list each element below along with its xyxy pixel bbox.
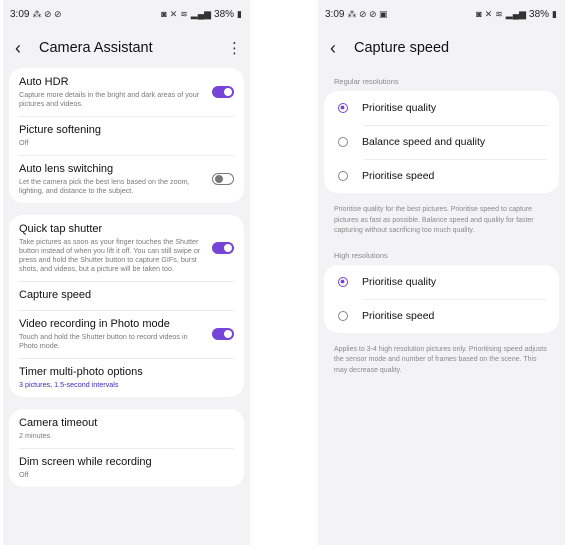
setting-texts: Quick tap shutter Take pictures as soon a…	[19, 223, 204, 273]
page-title: Camera Assistant	[39, 40, 153, 56]
setting-subtitle: Off	[19, 470, 29, 479]
setting-texts: Timer multi-photo options 3 pictures, 1.5…	[19, 366, 234, 389]
video-recording-in-photo-mode-toggle[interactable]	[212, 328, 234, 340]
toggle-knob	[215, 175, 223, 183]
battery-icon: ▮	[237, 8, 242, 19]
signal-icon: ▂▄▆	[505, 8, 527, 19]
app-bar: ‹ Capture speed	[318, 28, 565, 68]
setting-dim-screen-while-recording[interactable]: Dim screen while recording Off	[9, 448, 244, 487]
setting-title: Capture speed	[19, 289, 92, 301]
mute-icon: ✕	[169, 8, 178, 19]
notification-icons: ⁂ ⊘ ⊘ ▣	[347, 8, 388, 19]
setting-texts: Picture softening Off	[19, 124, 234, 147]
mute-icon: ✕	[484, 8, 493, 19]
regular-resolution-options: Prioritise quality Balance speed and qual…	[324, 91, 559, 193]
radio-option-prioritise-quality[interactable]: Prioritise quality	[324, 91, 559, 125]
battery-icon: ▮	[552, 8, 557, 19]
radio-unselected-icon[interactable]	[338, 137, 348, 147]
notification-icons: ⁂ ⊘ ⊘	[32, 8, 62, 19]
setting-texts: Video recording in Photo mode Touch and h…	[19, 318, 204, 350]
radio-option-prioritise-speed[interactable]: Prioritise speed	[324, 298, 559, 333]
battery-percent: 38%	[529, 8, 550, 20]
setting-title: Camera timeout	[19, 417, 98, 429]
wifi-icon: ≋	[180, 8, 188, 19]
auto-hdr-toggle[interactable]	[212, 86, 234, 98]
regular-description: Prioritise quality for the best pictures…	[334, 206, 534, 234]
settings-group: Quick tap shutter Take pictures as soon a…	[9, 215, 244, 397]
status-bar: 3:09 ⁂ ⊘ ⊘ ▣ ◙ ✕ ≋ ▂▄▆ 38% ▮	[318, 0, 565, 28]
setting-title: Picture softening	[19, 124, 101, 136]
toggle-knob	[224, 244, 232, 252]
status-time: 3:09	[10, 8, 30, 20]
radio-label: Balance speed and quality	[362, 136, 486, 148]
radio-label: Prioritise speed	[362, 309, 435, 322]
radio-option-balance-speed-and-quality[interactable]: Balance speed and quality	[324, 125, 559, 159]
toggle-knob	[224, 88, 232, 96]
setting-auto-hdr[interactable]: Auto HDR Capture more details in the brig…	[9, 68, 244, 116]
setting-subtitle: Let the camera pick the best lens based …	[19, 177, 190, 195]
setting-subtitle: Take pictures as soon as your finger tou…	[19, 237, 201, 273]
section-label-high: High resolutions	[334, 250, 388, 260]
setting-video-recording-in-photo-mode[interactable]: Video recording in Photo mode Touch and h…	[9, 310, 244, 358]
setting-title: Timer multi-photo options	[19, 366, 143, 378]
quick-tap-shutter-toggle[interactable]	[212, 242, 234, 254]
setting-auto-lens-switching[interactable]: Auto lens switching Let the camera pick t…	[9, 155, 244, 203]
status-bar: 3:09 ⁂ ⊘ ⊘ ◙ ✕ ≋ ▂▄▆ 38% ▮	[3, 0, 250, 28]
setting-title: Quick tap shutter	[19, 223, 103, 235]
setting-texts: Camera timeout 2 minutes	[19, 417, 234, 440]
setting-texts: Auto lens switching Let the camera pick t…	[19, 163, 204, 195]
setting-camera-timeout[interactable]: Camera timeout 2 minutes	[9, 409, 244, 448]
setting-texts: Auto HDR Capture more details in the brig…	[19, 76, 204, 108]
back-arrow-icon[interactable]: ‹	[330, 39, 348, 57]
radio-unselected-icon[interactable]	[338, 310, 348, 321]
setting-title: Dim screen while recording	[19, 456, 152, 468]
setting-capture-speed[interactable]: Capture speed	[9, 281, 244, 310]
status-time: 3:09	[325, 8, 345, 20]
setting-title: Auto HDR	[19, 76, 69, 88]
auto-lens-switching-toggle[interactable]	[212, 173, 234, 185]
back-arrow-icon[interactable]: ‹	[15, 39, 33, 57]
setting-quick-tap-shutter[interactable]: Quick tap shutter Take pictures as soon a…	[9, 215, 244, 281]
battery-percent: 38%	[214, 8, 235, 20]
section-label-regular: Regular resolutions	[334, 77, 399, 86]
setting-subtitle: Touch and hold the Shutter button to rec…	[19, 332, 188, 350]
high-description: Applies to 3-4 high resolution pictures …	[334, 345, 547, 374]
alarm-icon: ◙	[476, 9, 482, 19]
radio-label: Prioritise speed	[362, 170, 435, 182]
radio-unselected-icon[interactable]	[338, 171, 348, 181]
radio-label: Prioritise quality	[362, 275, 437, 288]
setting-timer-multi-photo-options[interactable]: Timer multi-photo options 3 pictures, 1.5…	[9, 358, 244, 397]
radio-option-prioritise-quality[interactable]: Prioritise quality	[324, 265, 559, 299]
setting-texts: Capture speed	[19, 289, 234, 302]
signal-icon: ▂▄▆	[190, 8, 212, 19]
alarm-icon: ◙	[161, 9, 167, 19]
page-title: Capture speed	[354, 40, 450, 56]
setting-subtitle: 3 pictures, 1.5-second intervals	[19, 380, 119, 389]
setting-subtitle: 2 minutes	[19, 431, 51, 440]
more-options-icon[interactable]: ⋮	[227, 39, 242, 57]
app-bar: ‹ Camera Assistant ⋮	[3, 28, 250, 68]
radio-label: Prioritise quality	[362, 102, 437, 114]
radio-selected-icon[interactable]	[338, 276, 348, 287]
settings-group: Auto HDR Capture more details in the brig…	[9, 68, 244, 203]
setting-texts: Dim screen while recording Off	[19, 456, 234, 479]
setting-subtitle: Off	[19, 138, 29, 147]
radio-option-prioritise-speed[interactable]: Prioritise speed	[324, 159, 559, 193]
setting-subtitle: Capture more details in the bright and d…	[19, 90, 200, 108]
setting-title: Auto lens switching	[19, 163, 114, 175]
radio-selected-icon[interactable]	[338, 103, 348, 113]
camera-assistant-screen: 3:09 ⁂ ⊘ ⊘ ◙ ✕ ≋ ▂▄▆ 38% ▮ ‹ Camera Assi…	[3, 0, 250, 545]
setting-title: Video recording in Photo mode	[19, 318, 170, 330]
wifi-icon: ≋	[495, 8, 503, 19]
high-resolution-options: Prioritise quality Prioritise speed	[324, 264, 559, 333]
capture-speed-screen: 3:09 ⁂ ⊘ ⊘ ▣ ◙ ✕ ≋ ▂▄▆ 38% ▮ ‹ Capture s…	[318, 0, 565, 545]
setting-picture-softening[interactable]: Picture softening Off	[9, 116, 244, 155]
settings-group: Camera timeout 2 minutes Dim screen while …	[9, 409, 244, 487]
toggle-knob	[224, 330, 232, 338]
